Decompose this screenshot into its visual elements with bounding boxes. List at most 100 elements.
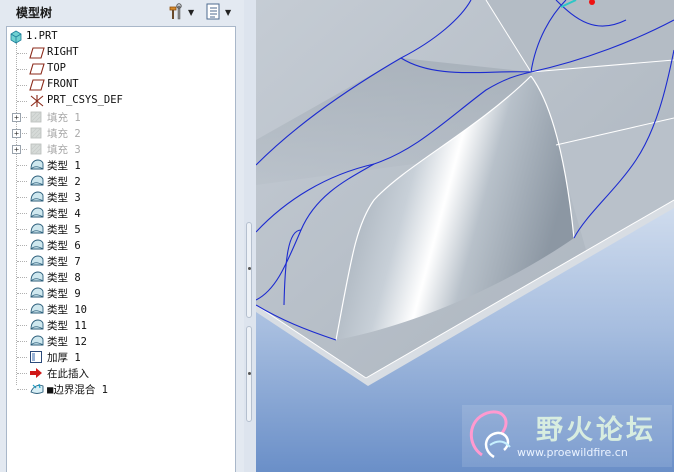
tree-item[interactable]: 类型 11 [7,317,235,333]
surface-icon [29,285,45,301]
tree-item[interactable]: + 填充 2 [7,125,235,141]
tree-connector [17,229,27,230]
tree-connector [17,101,27,102]
tree-item-label: 填充 1 [47,112,81,124]
tree-settings-button[interactable]: ▼ [205,3,231,21]
surface-icon [29,221,45,237]
tree-item-label: 类型 3 [47,192,81,204]
splitter-grip-upper[interactable] [246,222,252,318]
tree-connector [17,213,27,214]
datum-plane-icon [29,77,45,93]
tree-item[interactable]: 类型 2 [7,173,235,189]
part-icon [9,29,25,45]
datum-plane-icon [29,45,45,61]
tree-item[interactable]: 类型 5 [7,221,235,237]
tree-item[interactable]: RIGHT [7,45,235,61]
fill-icon [29,109,45,125]
tree-item[interactable]: TOP [7,61,235,77]
tree-item-label: 填充 3 [47,144,81,156]
datum-plane-icon [29,61,45,77]
surface-icon [29,205,45,221]
tree-item-label: RIGHT [47,46,79,58]
tree-connector [17,245,27,246]
tree-item[interactable]: 类型 6 [7,237,235,253]
grip-dot [248,267,251,270]
tree-item[interactable]: + 填充 1 [7,109,235,125]
surface-icon [29,237,45,253]
tree-item-label: 类型 4 [47,208,81,220]
tree-item[interactable]: 加厚 1 [7,349,235,365]
watermark: 野火论坛 www.proewildfire.cn [462,405,672,467]
tree-item-label: 在此插入 [47,368,89,380]
fill-icon [29,125,45,141]
tree-item[interactable]: + 填充 3 [7,141,235,157]
chevron-down-icon: ▼ [188,7,195,17]
tree-item-label: 类型 1 [47,160,81,172]
surface-icon [29,189,45,205]
tree-item-label: 类型 9 [47,288,81,300]
graphics-viewport[interactable] [256,0,674,472]
tree-item-label: 填充 2 [47,128,81,140]
expand-toggle-icon[interactable]: + [12,113,21,122]
panel-header: 模型树 ▼ ▼ [0,0,244,24]
tree-item[interactable]: 1.PRT [7,29,235,45]
show-tools-button[interactable]: ▼ [167,3,194,21]
tree-item[interactable]: FRONT [7,77,235,93]
tree-connector [17,53,27,54]
tree-connector [17,373,27,374]
tree-item-label: TOP [47,62,66,74]
tree-item[interactable]: 类型 7 [7,253,235,269]
tree-item[interactable]: 类型 1 [7,157,235,173]
tree-item-label: 类型 8 [47,272,81,284]
tree-item-label: 类型 11 [47,320,87,332]
tree-connector [17,357,27,358]
tree-connector [17,261,27,262]
tree-item-label: 类型 6 [47,240,81,252]
tree-connector [17,341,27,342]
tree-item-label: PRT_CSYS_DEF [47,94,123,106]
tree-item-label: 类型 5 [47,224,81,236]
surface-icon [29,269,45,285]
tree-item[interactable]: 类型 9 [7,285,235,301]
tree-connector [17,277,27,278]
tree-connector [17,165,27,166]
csys-icon [29,93,45,109]
tree-item[interactable]: 类型 4 [7,205,235,221]
boundary-blend-icon [29,381,45,397]
model-graphics [256,0,674,472]
watermark-text: 野火论坛 [536,415,656,446]
panel-splitter[interactable] [244,0,256,472]
grip-dot [248,372,251,375]
tree-item[interactable]: 类型 8 [7,269,235,285]
tree-settings-icon [206,3,220,20]
surface-icon [29,157,45,173]
tree-item[interactable]: 在此插入 [7,365,235,381]
tree-item-label: 类型 7 [47,256,81,268]
tree-item[interactable]: 类型 10 [7,301,235,317]
tree-item-label: 类型 10 [47,304,87,316]
expand-toggle-icon[interactable]: + [12,145,21,154]
tree-item-label: ■边界混合 1 [47,384,108,396]
tree-item[interactable]: 类型 3 [7,189,235,205]
watermark-url: www.proewildfire.cn [517,446,628,459]
tree-item-label: 1.PRT [26,30,58,42]
model-tree-panel: 模型树 ▼ ▼ 1.PRTRIGHTTOPFRONTPRT_CSYS_D [0,0,244,472]
tree-item[interactable]: PRT_CSYS_DEF [7,93,235,109]
tree-connector [17,197,27,198]
panel-title: 模型树 [16,6,53,20]
tree-item-label: FRONT [47,78,79,90]
tree-connector [17,85,27,86]
tree-item[interactable]: 类型 12 [7,333,235,349]
model-tree[interactable]: 1.PRT RIGHT TOP FRONT PRT_CSYS_DEF + 填充 1 + 填充 2… [6,26,236,472]
tree-item-label: 加厚 1 [47,352,81,364]
fill-icon [29,141,45,157]
tree-item-label: 类型 12 [47,336,87,348]
tree-item-label: 类型 2 [47,176,81,188]
tree-connector [17,293,27,294]
expand-toggle-icon[interactable]: + [12,129,21,138]
chevron-down-icon: ▼ [225,7,232,17]
thicken-icon [29,349,45,365]
surface-icon [29,333,45,349]
tree-item[interactable]: ■边界混合 1 [7,381,235,397]
tree-connector [17,389,27,390]
